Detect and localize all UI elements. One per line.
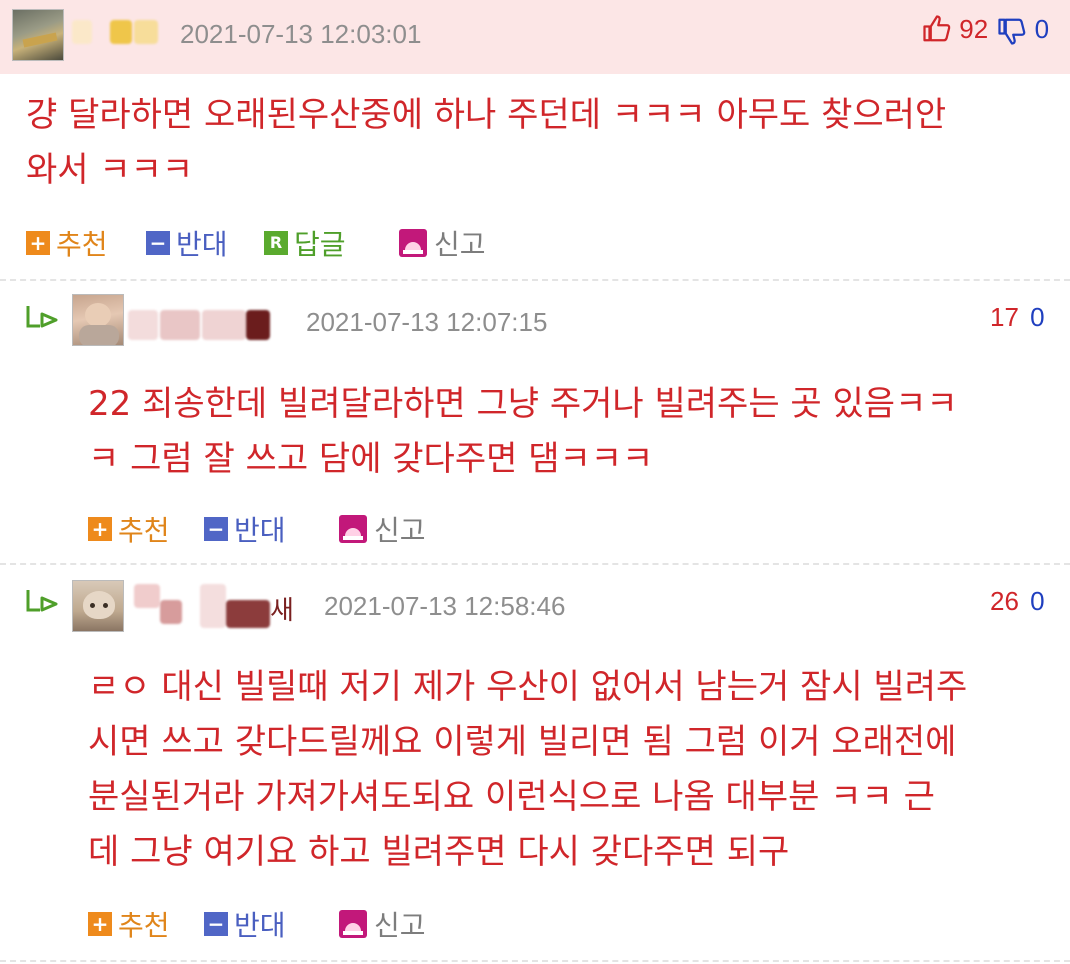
comment-2: 2021-07-13 12:07:15 17 0 22 죄송한데 빌려달라하면 … bbox=[0, 280, 1070, 562]
recommend-label: 추천 bbox=[118, 909, 170, 942]
recommend-button[interactable]: + 추천 bbox=[88, 512, 170, 547]
comment-text-line: 분실된거라 가져가셔도되요 이런식으로 나옴 대부분 ㅋㅋ 근 bbox=[88, 777, 935, 817]
username-obscured bbox=[72, 20, 92, 44]
username-obscured bbox=[246, 310, 270, 340]
comment-text-line: 시면 쓰고 갖다드릴께요 이렇게 빌리면 됨 그럼 이거 오래전에 bbox=[88, 722, 957, 762]
comment-text-line: 22 죄송한데 빌려달라하면 그냥 주거나 빌려주는 곳 있음ㅋㅋ bbox=[88, 384, 958, 424]
avatar[interactable] bbox=[72, 294, 124, 346]
comment-actions: + 추천 − 반대 신고 bbox=[88, 907, 448, 942]
recommend-button[interactable]: + 추천 bbox=[26, 226, 108, 261]
report-button[interactable]: 신고 bbox=[338, 907, 426, 942]
oppose-button[interactable]: − 반대 bbox=[146, 226, 228, 261]
oppose-button[interactable]: − 반대 bbox=[204, 512, 286, 547]
username-obscured bbox=[128, 310, 158, 340]
dislike-count: 0 bbox=[1034, 14, 1050, 44]
dislike-count: 0 bbox=[1030, 302, 1045, 332]
reply-r-icon: R bbox=[264, 231, 288, 255]
username-obscured bbox=[200, 584, 226, 628]
report-label: 신고 bbox=[374, 514, 426, 547]
oppose-button[interactable]: − 반대 bbox=[204, 907, 286, 942]
siren-icon bbox=[339, 515, 367, 543]
reply-label: 답글 bbox=[294, 228, 346, 261]
comment-1: 2021-07-13 12:03:01 92 0 걍 달라하면 오래된우산중에 … bbox=[0, 0, 1070, 278]
username-obscured bbox=[134, 584, 160, 608]
comment-text-line: 와서 ㅋㅋㅋ bbox=[26, 150, 194, 190]
comment-actions: + 추천 − 반대 R 답글 신고 bbox=[26, 226, 546, 261]
oppose-label: 반대 bbox=[176, 228, 228, 261]
plus-icon: + bbox=[88, 517, 112, 541]
thumb-down-icon[interactable] bbox=[997, 16, 1027, 46]
recommend-button[interactable]: + 추천 bbox=[88, 907, 170, 942]
siren-icon bbox=[339, 910, 367, 938]
username-obscured bbox=[202, 310, 246, 340]
vote-counts: 17 0 bbox=[990, 302, 1045, 333]
minus-icon: − bbox=[204, 912, 228, 936]
vote-counts: 26 0 bbox=[990, 586, 1045, 617]
comment-text-line: 데 그냥 여기요 하고 빌려주면 다시 갖다주면 되구 bbox=[88, 832, 790, 872]
report-label: 신고 bbox=[374, 909, 426, 942]
username-obscured bbox=[160, 310, 200, 340]
comment-divider bbox=[0, 960, 1070, 962]
avatar[interactable] bbox=[12, 9, 64, 61]
like-count: 26 bbox=[990, 586, 1019, 616]
minus-icon: − bbox=[146, 231, 170, 255]
comment-actions: + 추천 − 반대 신고 bbox=[88, 512, 448, 547]
comment-header-highlight bbox=[0, 0, 1070, 74]
timestamp: 2021-07-13 12:07:15 bbox=[306, 307, 548, 337]
username-obscured bbox=[134, 20, 158, 44]
plus-icon: + bbox=[26, 231, 50, 255]
like-count: 17 bbox=[990, 302, 1019, 332]
username-obscured bbox=[226, 600, 270, 628]
comment-text-line: 걍 달라하면 오래된우산중에 하나 주던데 ㅋㅋㅋ 아무도 찾으러안 bbox=[26, 95, 947, 135]
avatar[interactable] bbox=[72, 580, 124, 632]
username-fragment: 새 bbox=[270, 596, 294, 626]
plus-icon: + bbox=[88, 912, 112, 936]
report-button[interactable]: 신고 bbox=[338, 512, 426, 547]
timestamp: 2021-07-13 12:58:46 bbox=[324, 591, 566, 621]
username-obscured bbox=[110, 20, 132, 44]
oppose-label: 반대 bbox=[234, 514, 286, 547]
recommend-label: 추천 bbox=[56, 228, 108, 261]
reply-button[interactable]: R 답글 bbox=[264, 226, 346, 261]
thumb-up-icon[interactable] bbox=[922, 14, 952, 44]
minus-icon: − bbox=[204, 517, 228, 541]
reply-arrow-icon bbox=[26, 306, 58, 328]
like-count: 92 bbox=[959, 14, 989, 44]
report-button[interactable]: 신고 bbox=[398, 226, 486, 261]
comment-3: 새 2021-07-13 12:58:46 26 0 ㄹㅇ 대신 빌릴때 저기 … bbox=[0, 564, 1070, 964]
comment-text-line: ㄹㅇ 대신 빌릴때 저기 제가 우산이 없어서 남는거 잠시 빌려주 bbox=[88, 667, 968, 707]
vote-counts: 92 0 bbox=[922, 14, 1049, 46]
username-obscured bbox=[160, 600, 182, 624]
oppose-label: 반대 bbox=[234, 909, 286, 942]
siren-icon bbox=[399, 229, 427, 257]
recommend-label: 추천 bbox=[118, 514, 170, 547]
dislike-count: 0 bbox=[1030, 586, 1045, 616]
report-label: 신고 bbox=[434, 228, 486, 261]
timestamp: 2021-07-13 12:03:01 bbox=[180, 19, 422, 49]
reply-arrow-icon bbox=[26, 590, 58, 612]
comment-text-line: ㅋ 그럼 잘 쓰고 담에 갖다주면 댐ㅋㅋㅋ bbox=[88, 439, 654, 479]
